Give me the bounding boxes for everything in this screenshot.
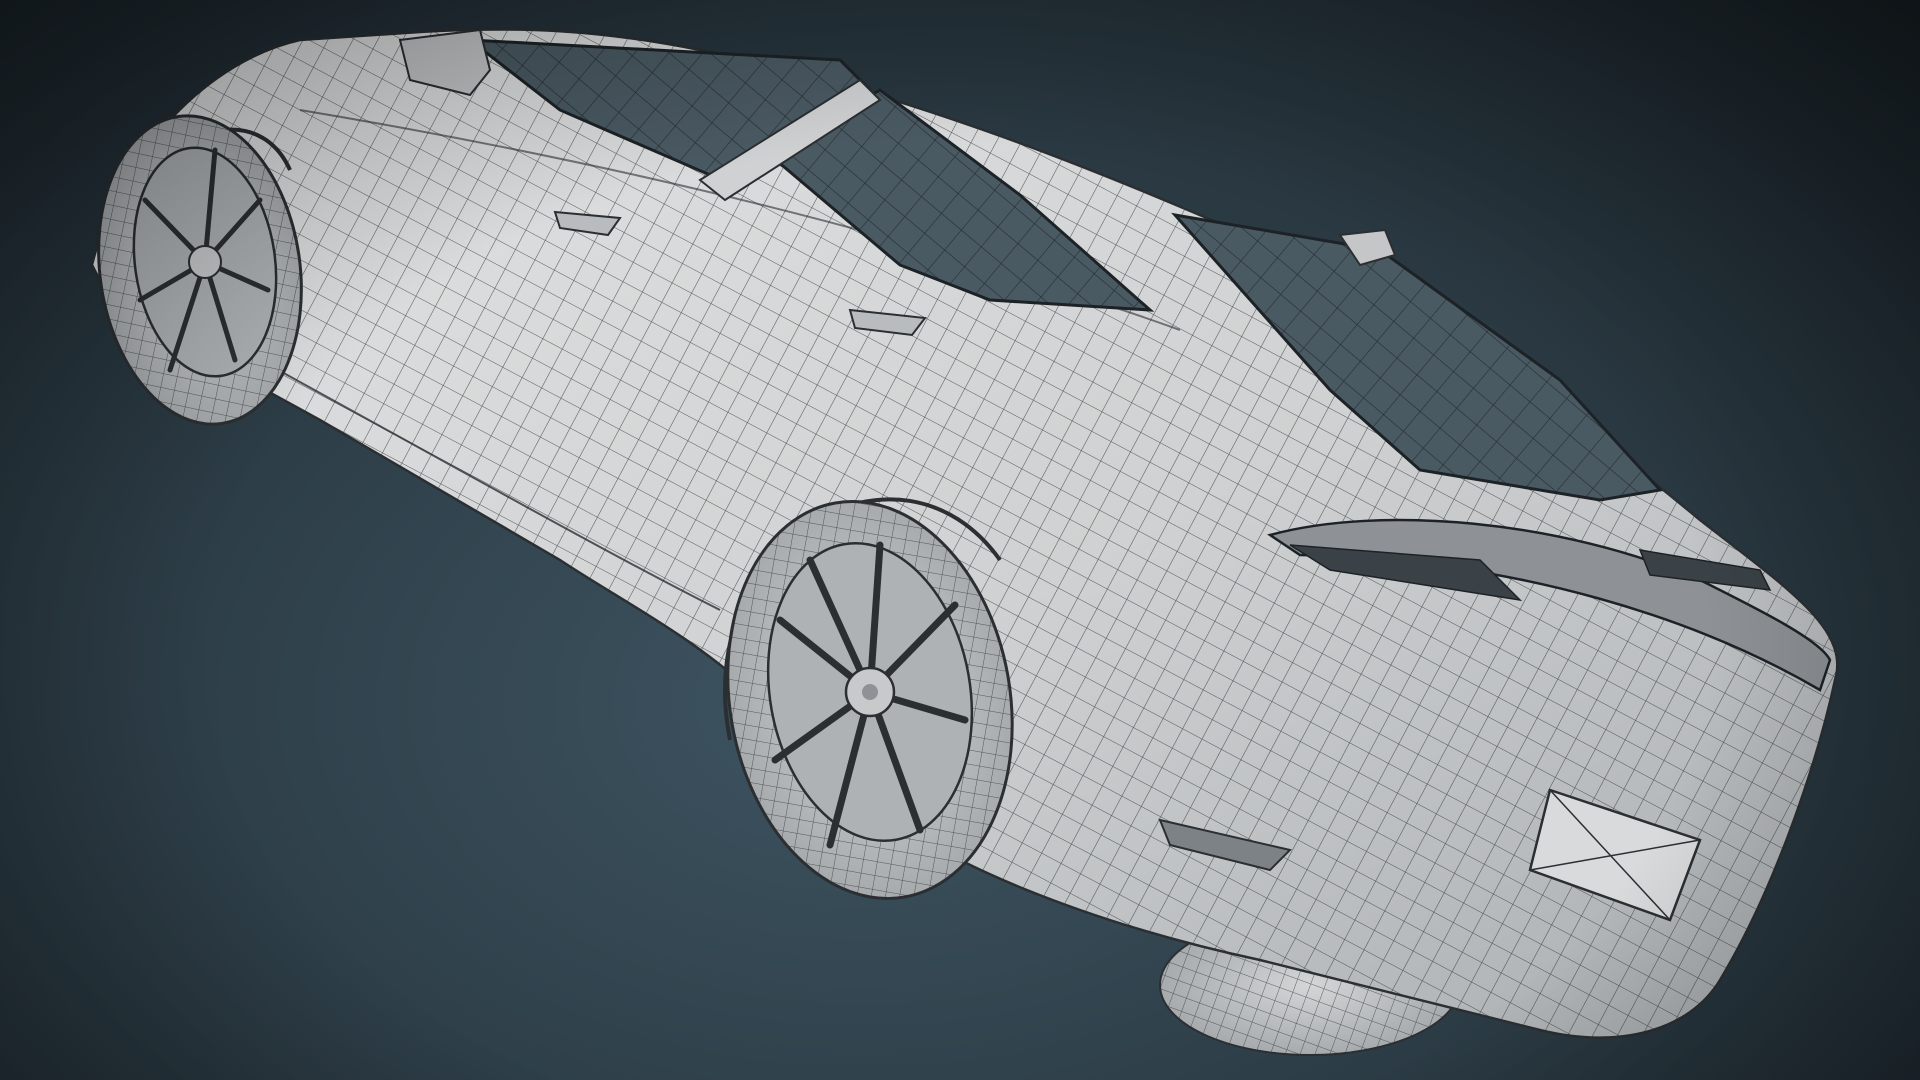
car-render: [90, 28, 1839, 1056]
viewport: [0, 0, 1920, 1080]
